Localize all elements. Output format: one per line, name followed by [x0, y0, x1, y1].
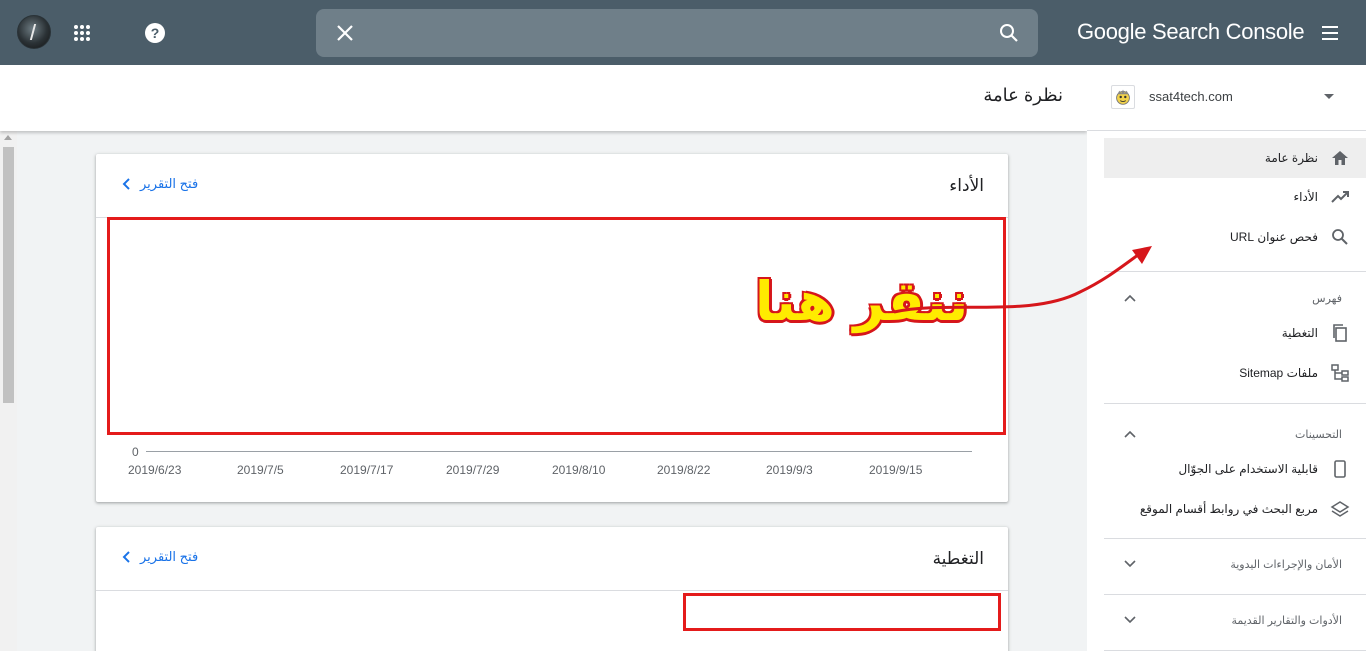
sidebar-item-label: نظرة عامة: [1264, 151, 1318, 165]
property-selector[interactable]: ssat4tech.com: [1087, 65, 1366, 131]
home-icon: [1332, 151, 1348, 165]
scroll-up-arrow[interactable]: [4, 135, 12, 140]
search-icon[interactable]: [998, 22, 1020, 44]
x-tick-label: 2019/7/5: [237, 463, 284, 477]
x-tick-label: 2019/6/23: [128, 463, 182, 477]
x-tick-label: 2019/8/22: [657, 463, 711, 477]
copy-icon: [1333, 324, 1347, 342]
coverage-title: التغطية: [932, 549, 984, 568]
chevron-left-icon: [122, 551, 130, 563]
x-tick-label: 2019/7/29: [446, 463, 500, 477]
site-favicon-icon: [1111, 85, 1135, 109]
x-tick-label: 2019/9/3: [766, 463, 813, 477]
app-brand: Google Search Console: [1077, 19, 1305, 44]
sidebar: ssat4tech.com نظرة عامة الأداء فحص عنوان…: [1087, 65, 1366, 651]
property-name: ssat4tech.com: [1149, 89, 1233, 104]
coverage-card: التغطية فتح التقرير: [96, 527, 1008, 651]
apps-grid-icon[interactable]: [73, 24, 91, 42]
trending-up-icon: [1331, 191, 1349, 203]
x-tick-label: 2019/9/15: [869, 463, 923, 477]
left-scrollbar[interactable]: [0, 131, 17, 651]
sidebar-item-label: التغطية: [1281, 326, 1318, 340]
performance-open-report-link[interactable]: فتح التقرير: [122, 176, 198, 192]
search-input[interactable]: [316, 9, 1038, 57]
sidebar-item-label: فحص عنوان URL: [1230, 230, 1318, 244]
y-axis-zero-label: 0: [132, 445, 139, 459]
x-tick-label: 2019/8/10: [552, 463, 606, 477]
coverage-open-report-link[interactable]: فتح التقرير: [122, 549, 198, 565]
page-header: نظرة عامة: [0, 65, 1087, 131]
sidebar-item-label: مربع البحث في روابط أقسام الموقع: [1139, 502, 1318, 516]
chevron-down-icon: [1124, 616, 1136, 624]
performance-title: الأداء: [949, 176, 984, 195]
x-axis-line: [146, 451, 972, 452]
sidebar-item-performance[interactable]: الأداء: [1104, 177, 1366, 217]
sidebar-item-sitemaps[interactable]: ملفات Sitemap: [1104, 353, 1366, 393]
sidebar-section-legacy-tools[interactable]: الأدوات والتقارير القديمة: [1104, 594, 1366, 650]
open-report-label: فتح التقرير: [140, 176, 199, 191]
search-icon: [1332, 229, 1348, 245]
section-label: الأمان والإجراءات اليدوية: [1230, 559, 1342, 571]
scrollbar-thumb[interactable]: [3, 147, 14, 403]
layers-icon: [1330, 501, 1350, 517]
svg-text:?: ?: [151, 25, 160, 41]
sidebar-item-label: ملفات Sitemap: [1239, 366, 1318, 380]
menu-icon[interactable]: [1320, 24, 1340, 42]
annotation-highlight-box: [683, 593, 1001, 631]
smartphone-icon: [1334, 460, 1346, 478]
x-tick-label: 2019/7/17: [340, 463, 394, 477]
page-title: نظرة عامة: [983, 85, 1063, 105]
close-icon[interactable]: [334, 22, 356, 44]
annotation-arrow: [893, 246, 1152, 314]
section-label: الأدوات والتقارير القديمة: [1231, 615, 1342, 627]
section-label: التحسينات: [1295, 429, 1342, 441]
divider: [1104, 403, 1366, 404]
sidebar-item-label: الأداء: [1293, 190, 1319, 204]
open-report-label: فتح التقرير: [140, 549, 199, 564]
chevron-down-icon: [1124, 560, 1136, 568]
top-app-bar: ? Google Search Console: [0, 0, 1366, 65]
divider: [96, 590, 1008, 591]
dropdown-caret-icon: [1324, 94, 1334, 99]
help-icon[interactable]: ?: [144, 22, 166, 44]
sidebar-item-mobile-usability[interactable]: قابلية الاستخدام على الجوّال: [1104, 449, 1366, 489]
chevron-left-icon: [122, 178, 130, 190]
x-axis-ticks: 2019/6/23 2019/7/5 2019/7/17 2019/7/29 2…: [96, 463, 1008, 479]
chevron-up-icon: [1124, 430, 1136, 438]
sidebar-item-label: قابلية الاستخدام على الجوّال: [1178, 462, 1318, 476]
sitemap-icon: [1331, 364, 1349, 382]
section-label: فهرس: [1312, 293, 1342, 305]
sidebar-item-overview[interactable]: نظرة عامة: [1104, 138, 1366, 178]
avatar[interactable]: [17, 15, 51, 49]
sidebar-item-sitelinks-searchbox[interactable]: مربع البحث في روابط أقسام الموقع: [1104, 489, 1366, 529]
sidebar-section-security[interactable]: الأمان والإجراءات اليدوية: [1104, 538, 1366, 594]
